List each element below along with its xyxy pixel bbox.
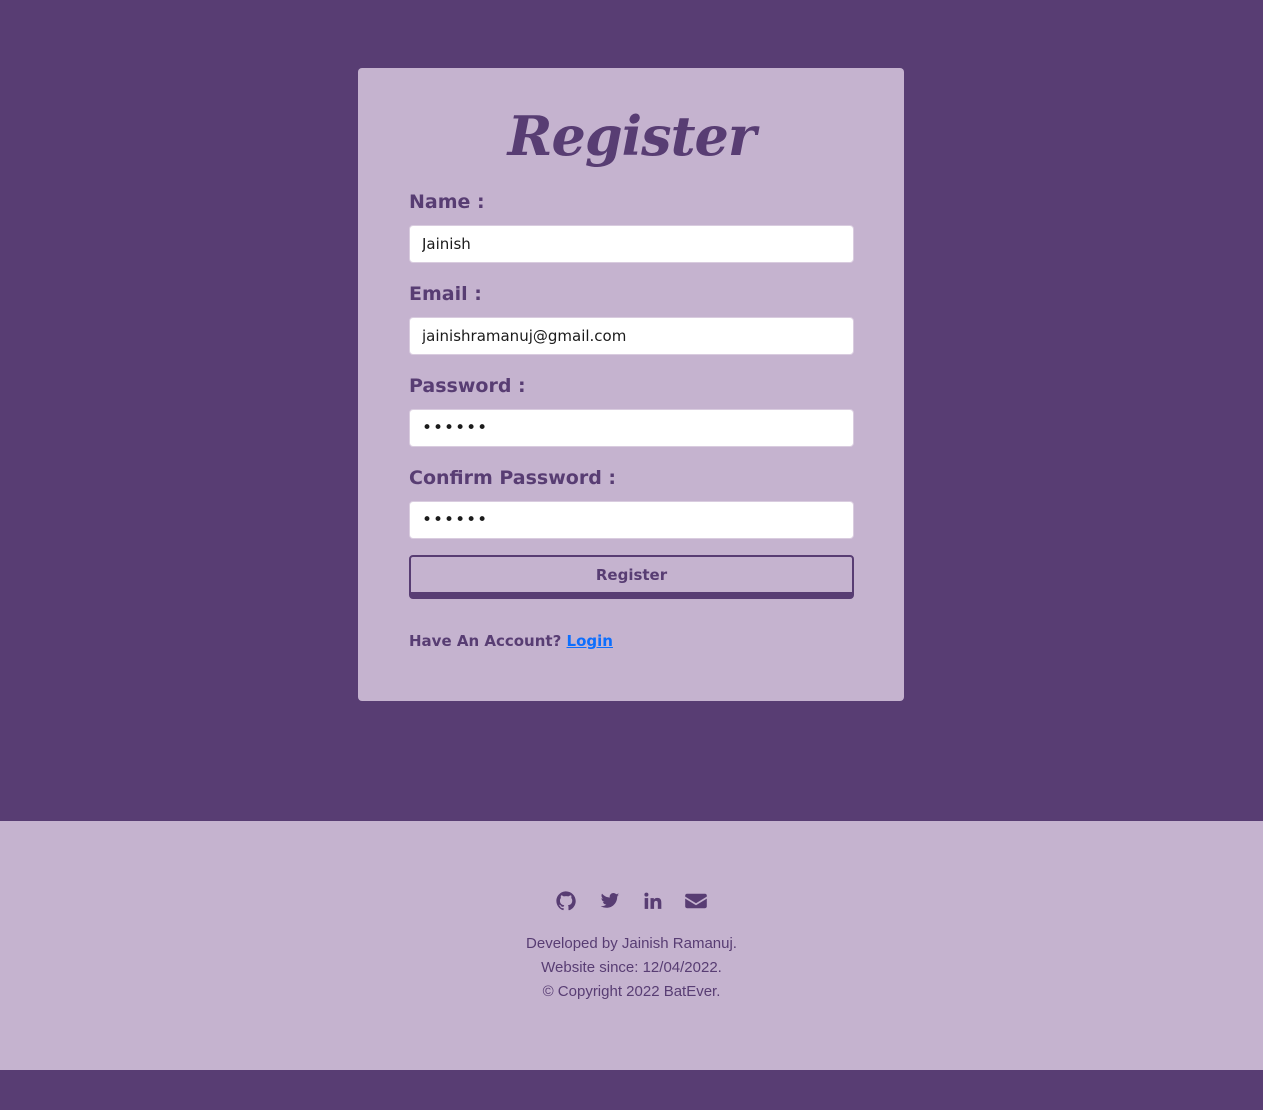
password-label: Password : <box>409 375 526 397</box>
linkedin-icon[interactable] <box>641 888 665 914</box>
password-input[interactable] <box>409 409 854 447</box>
developed-by-text: Developed by Jainish Ramanuj. <box>526 935 737 952</box>
register-button[interactable]: Register <box>409 555 854 599</box>
page: Register Name : Email : Password : Confi… <box>0 0 1263 1110</box>
confirm-password-label: Confirm Password : <box>409 467 617 489</box>
github-icon[interactable] <box>554 888 578 914</box>
name-label: Name : <box>409 191 485 213</box>
name-input[interactable] <box>409 225 854 263</box>
social-links <box>0 888 1263 914</box>
website-since-text: Website since: 12/04/2022. <box>541 959 722 976</box>
twitter-icon[interactable] <box>598 888 622 914</box>
email-label: Email : <box>409 283 482 305</box>
copyright-text: © Copyright 2022 BatEver. <box>542 983 721 1000</box>
have-account-text: Have An Account? <box>409 632 562 650</box>
login-link[interactable]: Login <box>567 632 613 650</box>
have-account-row: Have An Account? Login <box>409 632 613 650</box>
confirm-password-input[interactable] <box>409 501 854 539</box>
envelope-icon[interactable] <box>684 888 708 914</box>
page-title: Register <box>507 104 757 168</box>
email-input[interactable] <box>409 317 854 355</box>
